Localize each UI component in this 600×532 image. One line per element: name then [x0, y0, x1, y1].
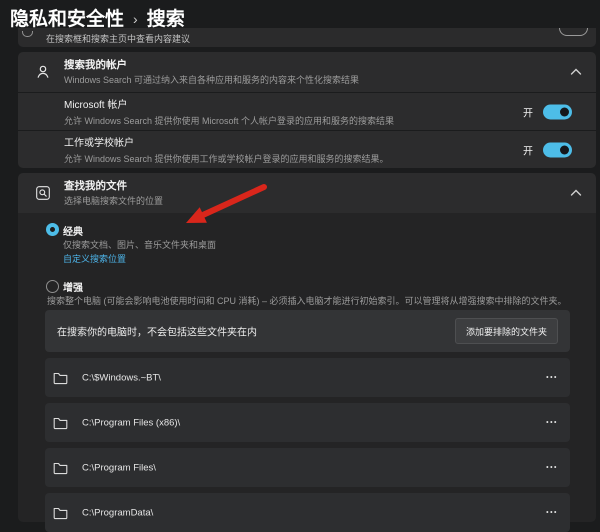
folder-icon — [53, 461, 68, 474]
row-title: 工作或学校帐户 — [64, 138, 486, 150]
folder-path: C:\ProgramData\ — [82, 507, 153, 518]
row-title: Microsoft 帐户 — [64, 100, 486, 112]
folder-icon — [53, 371, 68, 384]
excluded-folder-row[interactable]: C:\Program Files\ ••• — [45, 448, 570, 487]
toggle-switch-clipped[interactable] — [559, 28, 588, 36]
search-box-icon — [31, 173, 55, 213]
toggle-switch[interactable] — [543, 142, 572, 157]
folder-path: C:\Program Files (x86)\ — [82, 417, 180, 428]
radio-classic[interactable] — [46, 223, 59, 236]
more-options-icon[interactable]: ••• — [546, 419, 558, 426]
row-description: 允许 Windows Search 提供你使用 Microsoft 个人帐户登录… — [64, 116, 486, 127]
excluded-folders-header-bar: 在搜索你的电脑时，不会包括这些文件夹在内 添加要排除的文件夹 — [45, 310, 570, 352]
breadcrumb-parent[interactable]: 隐私和安全性 — [10, 4, 124, 31]
radio-description: 搜索整个电脑 (可能会影响电池使用时间和 CPU 消耗) – 必须插入电脑才能进… — [47, 294, 582, 307]
radio-label: 经典 — [63, 223, 83, 238]
chevron-up-icon[interactable] — [569, 67, 583, 77]
clipped-icon — [22, 31, 33, 37]
toggle-state-label: 开 — [523, 142, 533, 157]
folder-path: C:\Program Files\ — [82, 462, 156, 473]
content-suggestions-row[interactable]: 在搜索框和搜索主页中查看内容建议 — [18, 28, 596, 47]
section-title: 搜索我的帐户 — [64, 59, 486, 72]
folder-path: C:\$Windows.~BT\ — [82, 372, 161, 383]
radio-label: 增强 — [63, 279, 83, 294]
toggle-switch[interactable] — [543, 104, 572, 119]
section-find-my-files[interactable]: 查找我的文件 选择电脑搜索文件的位置 — [18, 173, 596, 213]
folder-icon — [53, 506, 68, 519]
section-search-my-account[interactable]: 搜索我的帐户 Windows Search 可通过纳入来自各种应用和服务的内容来… — [18, 52, 596, 92]
find-my-files-expanded-panel: 经典 仅搜索文档、图片、音乐文件夹和桌面 自定义搜索位置 增强 搜索整个电脑 (… — [18, 213, 596, 522]
toggle-state-label: 开 — [523, 104, 533, 119]
excluded-folder-row[interactable]: C:\$Windows.~BT\ ••• — [45, 358, 570, 397]
add-excluded-folder-button[interactable]: 添加要排除的文件夹 — [455, 318, 558, 344]
section-title: 查找我的文件 — [64, 180, 486, 193]
excluded-folders-header: 在搜索你的电脑时，不会包括这些文件夹在内 — [57, 324, 257, 339]
breadcrumb: 隐私和安全性 › 搜索 — [10, 4, 185, 31]
row-microsoft-account[interactable]: Microsoft 帐户 允许 Windows Search 提供你使用 Mic… — [18, 93, 596, 130]
folder-icon — [53, 416, 68, 429]
more-options-icon[interactable]: ••• — [546, 464, 558, 471]
excluded-folder-row[interactable]: C:\ProgramData\ ••• — [45, 493, 570, 532]
row-work-school-account[interactable]: 工作或学校帐户 允许 Windows Search 提供你使用工作或学校帐户登录… — [18, 131, 596, 168]
person-icon — [31, 52, 55, 92]
chevron-up-icon[interactable] — [569, 188, 583, 198]
breadcrumb-separator-icon: › — [133, 9, 138, 27]
settings-page: { "colors": { "accent": "#4dbde8", "link… — [0, 0, 600, 522]
radio-enhanced[interactable] — [46, 280, 59, 293]
section-description: 选择电脑搜索文件的位置 — [64, 196, 486, 207]
row-description: 允许 Windows Search 提供你使用工作或学校帐户登录的应用和服务的搜… — [64, 154, 486, 165]
row-description: 在搜索框和搜索主页中查看内容建议 — [46, 34, 190, 45]
page-title: 搜索 — [147, 4, 185, 31]
section-description: Windows Search 可通过纳入来自各种应用和服务的内容来个性化搜索结果 — [64, 75, 486, 86]
more-options-icon[interactable]: ••• — [546, 374, 558, 381]
excluded-folder-row[interactable]: C:\Program Files (x86)\ ••• — [45, 403, 570, 442]
radio-description: 仅搜索文档、图片、音乐文件夹和桌面 — [63, 238, 216, 251]
more-options-icon[interactable]: ••• — [546, 509, 558, 516]
customize-search-locations-link[interactable]: 自定义搜索位置 — [63, 252, 126, 265]
